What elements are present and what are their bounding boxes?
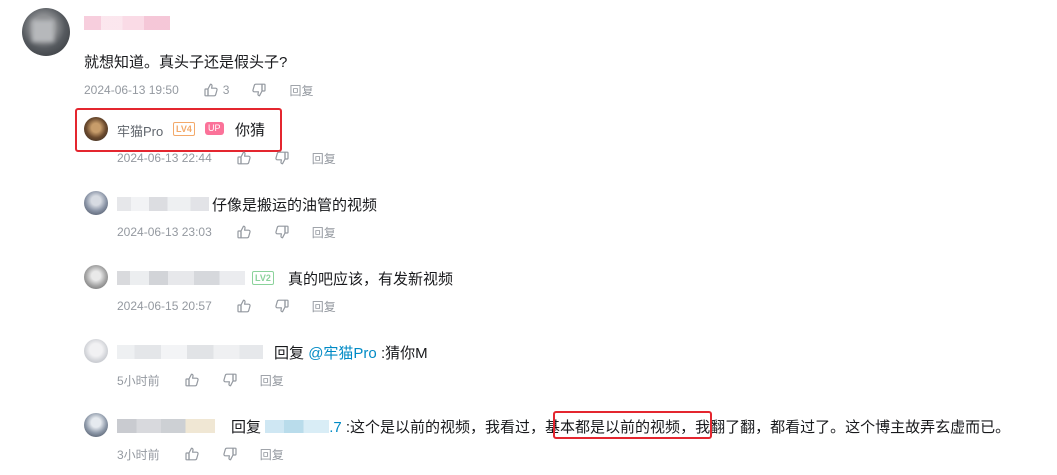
thumb-up-icon <box>236 298 252 314</box>
thumb-down-icon <box>222 446 238 462</box>
reply-button[interactable]: 回复 <box>289 82 313 99</box>
mention-link[interactable]: .7 <box>265 419 342 436</box>
avatar[interactable] <box>84 191 108 215</box>
thumb-down-icon <box>251 82 267 98</box>
thumb-down-icon <box>274 224 290 240</box>
comment-meta: 2024-06-13 19:50 3 回复 <box>84 82 313 98</box>
reply-meta: 2024-06-13 23:03 回复 <box>117 224 336 240</box>
reply-text: 仔像是搬运的油管的视频 <box>212 197 378 214</box>
dislike-button[interactable] <box>274 150 290 166</box>
avatar[interactable] <box>22 8 70 56</box>
reply-meta: 3小时前 回复 <box>117 446 284 462</box>
username-redacted[interactable] <box>117 345 263 359</box>
reply-meta: 2024-06-15 20:57 回复 <box>117 298 336 314</box>
thumb-down-icon <box>222 372 238 388</box>
like-count: 3 <box>222 83 230 97</box>
thumb-up-icon <box>236 224 252 240</box>
reply-date: 3小时前 <box>117 447 160 462</box>
dislike-button[interactable] <box>274 224 290 240</box>
thumb-up-icon <box>184 446 200 462</box>
mention-link[interactable]: @牢猫Pro <box>308 345 377 362</box>
reply-text: 真的吧应该，有发新视频 <box>288 271 454 288</box>
reply-date: 2024-06-15 20:57 <box>117 299 212 313</box>
avatar[interactable] <box>84 339 108 363</box>
reply-button[interactable]: 回复 <box>260 372 284 389</box>
username-redacted[interactable] <box>84 16 170 30</box>
reply-button[interactable]: 回复 <box>312 298 336 315</box>
reply-meta: 2024-06-13 22:44 回复 <box>117 150 336 166</box>
like-button[interactable] <box>236 224 252 240</box>
like-button[interactable] <box>236 150 252 166</box>
avatar[interactable] <box>84 265 108 289</box>
username-redacted[interactable] <box>117 197 209 211</box>
dislike-button[interactable] <box>222 446 238 462</box>
like-button[interactable] <box>184 446 200 462</box>
highlight-box <box>75 108 282 152</box>
thumb-down-icon <box>274 298 290 314</box>
comment-thread: 就想知道。真头子还是假头子? 2024-06-13 19:50 3 回复 牢猫P… <box>0 0 1057 475</box>
like-button[interactable]: 3 <box>203 82 230 98</box>
reply-date: 2024-06-13 23:03 <box>117 225 212 239</box>
thumb-up-icon <box>203 82 219 98</box>
reply-prefix: 回复 <box>231 419 262 436</box>
mention-redacted <box>265 420 330 433</box>
reply-button[interactable]: 回复 <box>312 224 336 241</box>
reply-meta: 5小时前 回复 <box>117 372 284 388</box>
dislike-button[interactable] <box>251 82 267 98</box>
reply-body: :猜你M <box>380 345 428 362</box>
thumb-up-icon <box>184 372 200 388</box>
reply-body-a: :这个是以前的视频，我看过， <box>345 419 546 436</box>
level-badge: LV2 <box>252 271 274 285</box>
username-redacted[interactable] <box>117 419 215 433</box>
like-button[interactable] <box>184 372 200 388</box>
comment-text: 就想知道。真头子还是假头子? <box>84 54 288 71</box>
comment-date: 2024-06-13 19:50 <box>84 83 179 97</box>
username-redacted[interactable] <box>117 271 245 285</box>
reply-date: 2024-06-13 22:44 <box>117 151 212 165</box>
dislike-button[interactable] <box>222 372 238 388</box>
thumb-up-icon <box>236 150 252 166</box>
reply-date: 5小时前 <box>117 373 160 388</box>
reply-button[interactable]: 回复 <box>260 446 284 463</box>
thumb-down-icon <box>274 150 290 166</box>
mention-tail: .7 <box>329 419 342 436</box>
avatar[interactable] <box>84 413 108 437</box>
dislike-button[interactable] <box>274 298 290 314</box>
reply-body-c: ，我翻了翻，都看过了。这个博主故弄玄虚而已。 <box>680 419 1011 436</box>
like-button[interactable] <box>236 298 252 314</box>
reply-text: 回复 @牢猫Pro :猜你M <box>274 342 428 363</box>
reply-button[interactable]: 回复 <box>312 150 336 167</box>
reply-prefix: 回复 <box>274 345 305 362</box>
highlight-box <box>553 411 712 439</box>
